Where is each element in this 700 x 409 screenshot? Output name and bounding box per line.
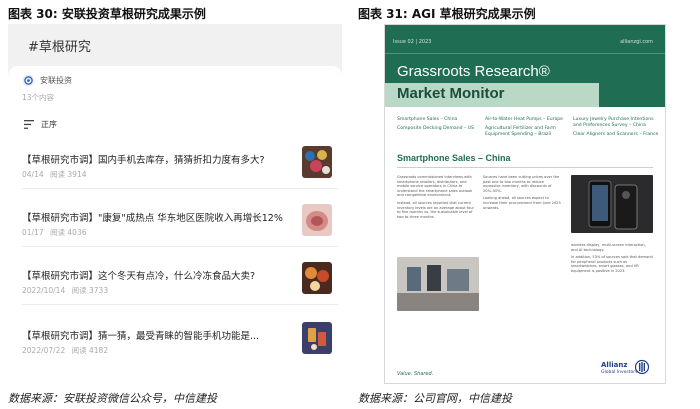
sort-icon[interactable] [24, 120, 34, 129]
topic-column: Luxury Jewelry Purchase Intentions and P… [573, 117, 659, 141]
figure-31-source: 数据来源：公司官网，中信建投 [358, 392, 512, 405]
article-meta: 2022/07/22 阅读 4182 [22, 345, 112, 356]
article-title[interactable]: 【草根研究市调】国内手机去库存，猜猜折扣力度有多大? [22, 152, 290, 166]
sort-order-label[interactable]: 正序 [41, 119, 57, 130]
market-monitor-cover: Issue 02 | 2023 allianzgi.com Grassroots… [384, 24, 666, 384]
report-header: Issue 02 | 2023 allianzgi.com Grassroots… [385, 25, 665, 107]
list-divider [22, 188, 338, 189]
article-title[interactable]: 【草根研究市调】猜一猜，最受青睐的智能手机功能是... [22, 328, 290, 342]
account-avatar-icon[interactable] [22, 74, 35, 87]
body-paragraph: Instead, all sources reported that curre… [397, 200, 474, 219]
article-date: 04/14 [22, 170, 44, 179]
topic-item: Agricultural Fertilizer and Farm Equipme… [485, 126, 556, 137]
figure-31-title: 图表 31: AGI 草根研究成果示例 [358, 7, 536, 21]
body-paragraph: Grassroots commissioned interviews with … [397, 175, 473, 198]
header-rule [385, 53, 665, 54]
article-item[interactable]: 【草根研究市调】国内手机去库存，猜猜折扣力度有多大? 04/14 阅读 3914 [22, 146, 336, 212]
article-thumbnail [302, 322, 332, 354]
topic-item: Air-to-Water Heat Pumps – Europe [485, 117, 563, 122]
topic-header: #草根研究 [8, 24, 342, 64]
article-thumbnail [302, 204, 332, 236]
body-paragraph: Sources have been cutting prices over th… [483, 175, 560, 193]
body-paragraph: wireless display, multi-screen interacti… [571, 243, 646, 252]
article-thumbnail [302, 146, 332, 178]
article-thumbnail [302, 262, 332, 294]
article-title[interactable]: 【草根研究市调】"康复"成热点 华东地区医院收入再增长12% [22, 210, 290, 224]
allianz-logo-icon [635, 359, 649, 375]
section-rule [397, 167, 653, 168]
article-item[interactable]: 【草根研究市调】"康复"成热点 华东地区医院收入再增长12% 01/17 阅读 … [22, 204, 336, 270]
allianz-logo-text: Allianz [601, 361, 628, 369]
issue-label: Issue 02 | 2023 [393, 39, 432, 45]
report-title-line1: Grassroots Research® [397, 63, 550, 80]
body-column-1: Grassroots commissioned interviews with … [397, 175, 475, 222]
topic-column: Smartphone Sales – China Composite Decki… [397, 117, 483, 135]
figure-30-title: 图表 30: 安联投资草根研究成果示例 [8, 7, 206, 21]
topic-item: Luxury Jewelry Purchase Intentions and P… [573, 117, 654, 128]
electronics-store-photo [397, 257, 479, 311]
article-item[interactable]: 【草根研究市调】猜一猜，最受青睐的智能手机功能是... 2022/07/22 阅… [22, 322, 336, 384]
allianz-logo-subtitle: Global Investors [601, 370, 638, 375]
smartphone-photo [571, 175, 653, 233]
body-column-3: wireless display, multi-screen interacti… [571, 243, 653, 277]
body-column-2: Sources have been cutting prices over th… [483, 175, 561, 213]
list-divider [22, 304, 338, 305]
topic-item: Clear Aligners and Scanners – France [573, 132, 659, 137]
figure-30-source: 数据来源：安联投资微信公众号，中信建投 [8, 392, 217, 405]
article-meta: 01/17 阅读 4036 [22, 227, 91, 238]
body-paragraph: Looking ahead, all sources expect to inc… [483, 196, 561, 210]
body-paragraph: In addition, 53% of sources said that de… [571, 255, 653, 273]
article-reads: 阅读 4182 [71, 346, 109, 355]
article-reads: 阅读 3914 [50, 170, 87, 179]
article-meta: 2022/10/14 阅读 3733 [22, 285, 112, 296]
wechat-topic-screenshot: #草根研究 安联投资 13个内容 正序 【草根研究市调】国内手机去库存，猜猜折扣… [8, 24, 342, 384]
footer-tagline: Value. Shared. [397, 371, 434, 377]
report-title-line2: Market Monitor [397, 85, 505, 102]
article-item[interactable]: 【草根研究市调】这个冬天有点冷，什么冷冻食品大卖? 2022/10/14 阅读 … [22, 262, 336, 328]
article-reads: 阅读 3733 [71, 286, 109, 295]
topic-item: Smartphone Sales – China [397, 117, 458, 122]
article-date: 2022/07/22 [22, 346, 66, 355]
article-title[interactable]: 【草根研究市调】这个冬天有点冷，什么冷冻食品大卖? [22, 268, 290, 282]
topic-column: Air-to-Water Heat Pumps – Europe Agricul… [485, 117, 571, 141]
article-date: 01/17 [22, 228, 44, 237]
topic-item: Composite Decking Demand – US [397, 126, 475, 131]
content-count: 13个内容 [22, 93, 55, 102]
report-url: allianzgi.com [620, 39, 653, 45]
account-name[interactable]: 安联投资 [40, 75, 72, 86]
article-meta: 04/14 阅读 3914 [22, 169, 91, 180]
list-divider [22, 246, 338, 247]
topic-title: #草根研究 [28, 40, 91, 55]
article-date: 2022/10/14 [22, 286, 66, 295]
article-reads: 阅读 4036 [50, 228, 87, 237]
section-title: Smartphone Sales – China [397, 153, 511, 163]
topic-card: 安联投资 13个内容 正序 【草根研究市调】国内手机去库存，猜猜折扣力度有多大?… [8, 66, 342, 384]
